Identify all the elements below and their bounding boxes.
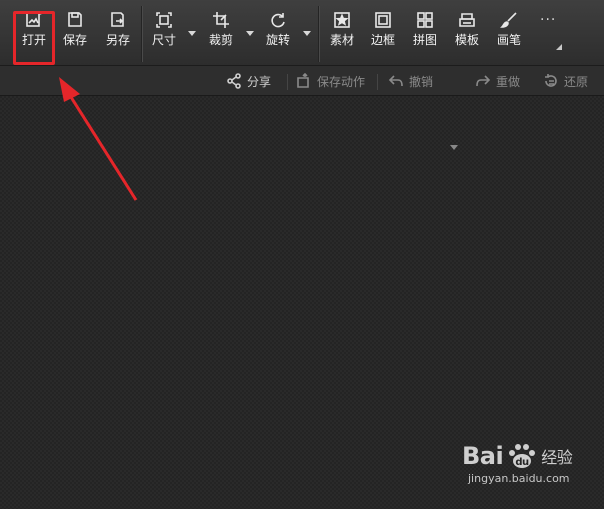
- share-icon: [226, 73, 242, 89]
- brush-label: 画笔: [496, 33, 521, 47]
- share-button[interactable]: 分享: [226, 72, 271, 90]
- save-as-button[interactable]: 另存: [104, 10, 132, 62]
- rotate-icon: [268, 10, 288, 30]
- size-label: 尺寸: [151, 33, 176, 47]
- watermark-logo: Bai du 经验: [462, 442, 604, 470]
- save-action-label: 保存动作: [317, 74, 366, 89]
- material-button[interactable]: 素材: [328, 10, 356, 62]
- restore-label: 还原: [564, 74, 589, 89]
- undo-dropdown-icon[interactable]: [450, 145, 458, 150]
- toolbar-divider: [318, 6, 319, 62]
- svg-text:du: du: [516, 457, 530, 468]
- watermark-logo-left: Bai: [462, 442, 504, 470]
- size-dropdown-icon[interactable]: [188, 31, 196, 36]
- puzzle-button[interactable]: 拼图: [411, 10, 439, 62]
- star-sticker-icon: [332, 10, 352, 30]
- undo-button[interactable]: 撤销: [388, 72, 433, 90]
- redo-button[interactable]: 重做: [475, 72, 520, 90]
- template-label: 模板: [454, 33, 479, 47]
- frame-icon: [373, 10, 393, 30]
- material-label: 素材: [329, 33, 354, 47]
- rotate-dropdown-icon[interactable]: [303, 31, 311, 36]
- rotate-label: 旋转: [265, 33, 290, 47]
- main-toolbar: 打开 保存 另存 尺寸 裁剪 旋转 素材 边框 拼图 模板 画笔 ···: [0, 0, 604, 66]
- paw-icon: du: [507, 443, 537, 469]
- redo-icon: [475, 73, 491, 89]
- save-icon: [65, 10, 85, 30]
- template-icon: [457, 10, 477, 30]
- crop-icon: [211, 10, 231, 30]
- undo-label: 撤销: [409, 74, 434, 89]
- share-label: 分享: [247, 74, 272, 89]
- restore-button[interactable]: 还原: [543, 72, 588, 90]
- save-action-icon: [296, 72, 312, 89]
- brush-icon: [499, 10, 519, 30]
- grid-icon: [415, 10, 435, 30]
- rotate-button[interactable]: 旋转: [264, 10, 292, 62]
- size-button[interactable]: 尺寸: [150, 10, 178, 62]
- crop-label: 裁剪: [208, 33, 233, 47]
- restore-icon: [543, 73, 559, 89]
- save-action-button[interactable]: 保存动作: [296, 72, 365, 90]
- template-button[interactable]: 模板: [453, 10, 481, 62]
- save-label: 保存: [62, 33, 87, 47]
- brush-button[interactable]: 画笔: [495, 10, 523, 62]
- baidu-jingyan-watermark: Bai du 经验 jingyan.baidu.com: [462, 442, 604, 500]
- open-highlight-box: [13, 11, 55, 65]
- secondary-toolbar: 分享 保存动作 撤销 重做 还原: [0, 66, 604, 150]
- save-as-icon: [108, 10, 128, 30]
- redo-label: 重做: [496, 74, 521, 89]
- subbar-divider: [377, 74, 378, 90]
- watermark-logo-right: 经验: [541, 448, 573, 467]
- resize-icon: [154, 10, 174, 30]
- undo-icon: [388, 73, 404, 89]
- border-label: 边框: [370, 33, 395, 47]
- watermark-url: jingyan.baidu.com: [468, 472, 570, 485]
- save-button[interactable]: 保存: [61, 10, 89, 62]
- save-as-label: 另存: [105, 33, 130, 47]
- crop-dropdown-icon[interactable]: [246, 31, 254, 36]
- border-button[interactable]: 边框: [369, 10, 397, 62]
- more-icon[interactable]: ···: [540, 12, 556, 28]
- subbar-divider: [287, 74, 288, 90]
- collapse-corner-icon[interactable]: [556, 44, 562, 50]
- toolbar-divider: [141, 6, 142, 62]
- crop-button[interactable]: 裁剪: [207, 10, 235, 62]
- puzzle-label: 拼图: [412, 33, 437, 47]
